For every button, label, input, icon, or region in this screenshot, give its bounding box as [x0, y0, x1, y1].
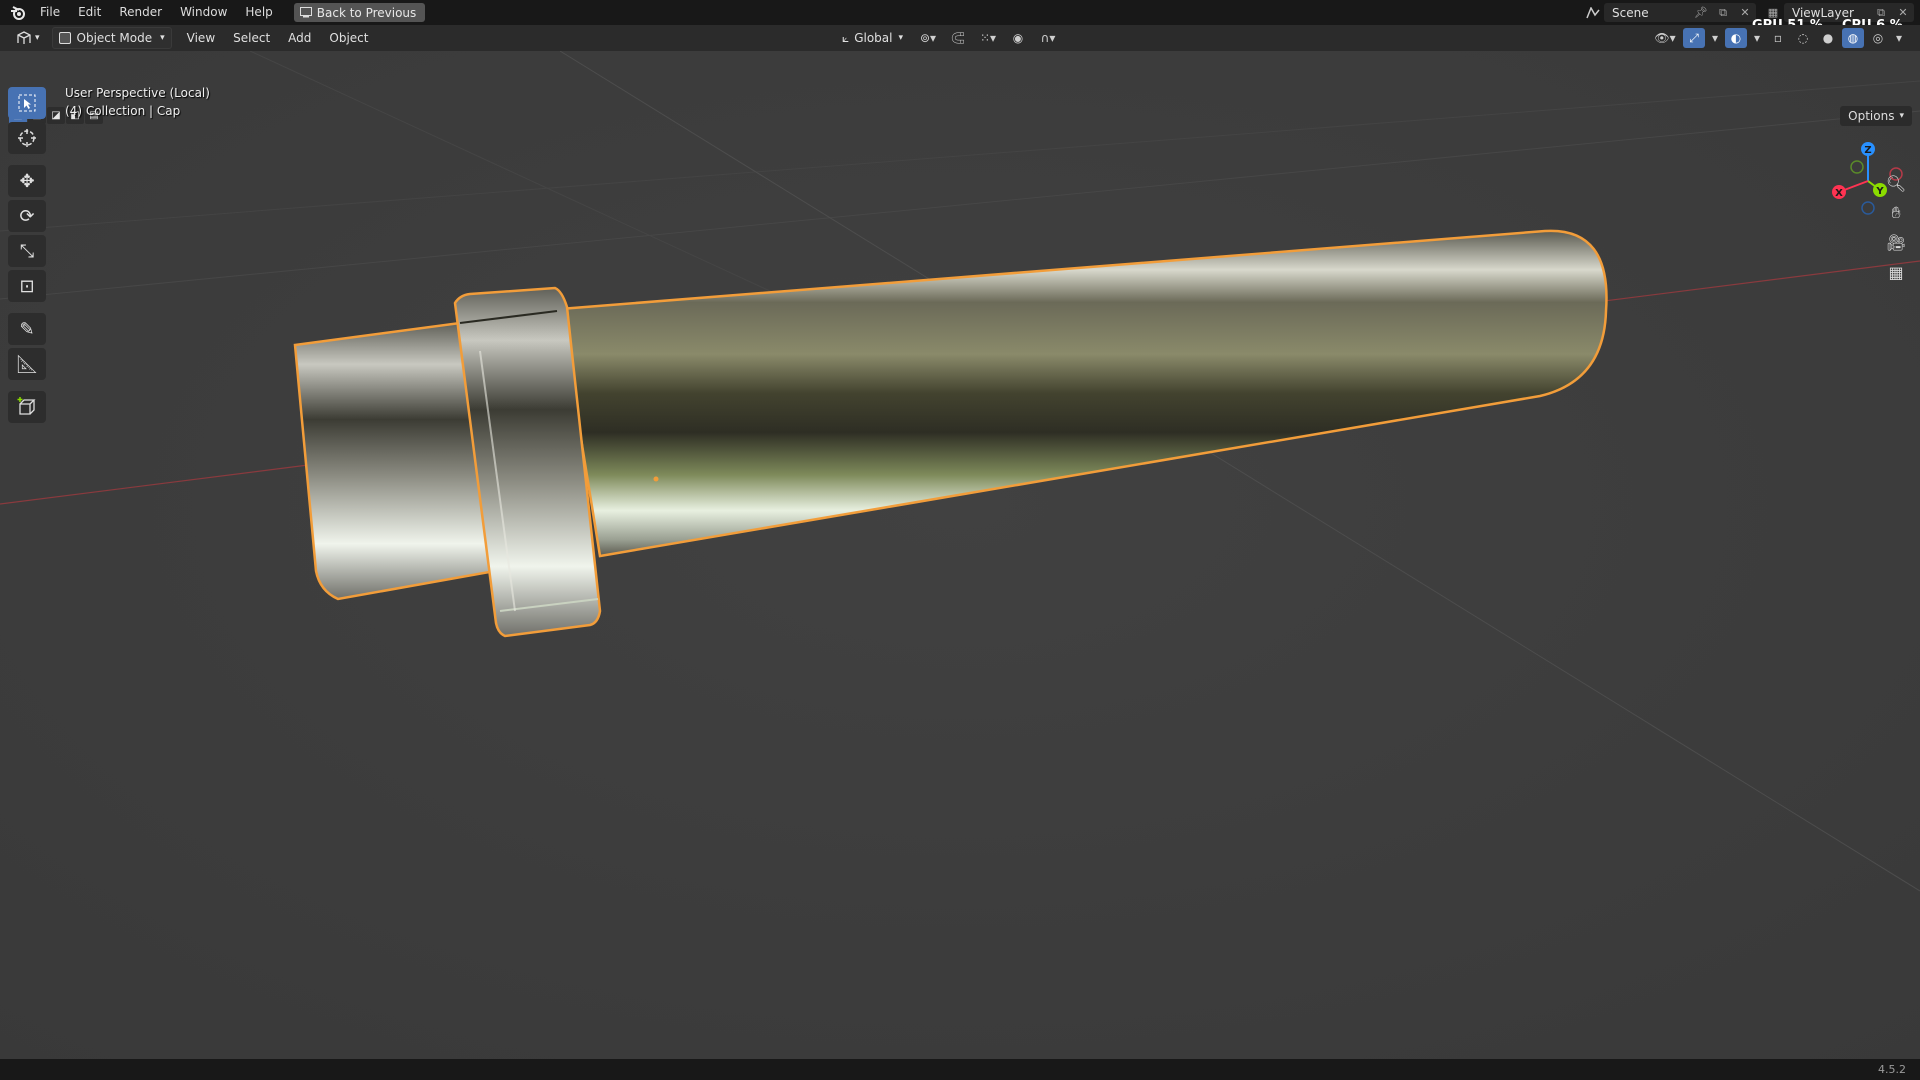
material-shading-icon[interactable]: ◍	[1842, 28, 1864, 48]
neg-z-axis-icon[interactable]	[1861, 201, 1875, 215]
move-icon[interactable]: ✥	[8, 165, 46, 197]
scale-icon[interactable]: ⤡	[8, 235, 46, 267]
zoom-icon[interactable]: 🔍︎	[1881, 170, 1911, 196]
transform-icon[interactable]: ⊡	[8, 270, 46, 302]
select-subtract-icon[interactable]: ◪	[47, 107, 65, 124]
shading-menu-icon[interactable]: ▾	[1892, 28, 1906, 48]
new-scene-icon[interactable]: ⧉	[1712, 3, 1734, 22]
select-box-icon[interactable]	[8, 87, 46, 119]
chevron-down-icon: ▾	[1899, 111, 1904, 121]
solid-shading-icon[interactable]: ●	[1817, 28, 1839, 48]
gizmo-toggle-icon[interactable]: ⤢	[1683, 28, 1705, 48]
snap-target-icon[interactable]: ⁙▾	[973, 28, 1003, 48]
visibility-icon[interactable]: 👁︎▾	[1650, 28, 1680, 48]
transform-tools: ⟀ Global ▾ ⊚▾ 🧲︎ ⁙▾ ◉ ∩▾	[836, 28, 1063, 48]
z-axis-label: Z	[1864, 145, 1871, 156]
orientation-label: Global	[854, 31, 893, 45]
top-menu-bar: File Edit Render Window Help Back to Pre…	[0, 0, 1920, 33]
viewport-display-tools: 👁︎▾ ⤢ ▾ ◐ ▾ ▫ ◌ ● ◍ ◎ ▾	[1650, 28, 1906, 48]
menu-edit[interactable]: Edit	[69, 0, 110, 25]
scene-field[interactable]: Scene 📌︎ ⧉ ✕	[1604, 3, 1756, 22]
chevron-down-icon: ▾	[160, 33, 165, 43]
add-cube-icon[interactable]	[8, 391, 46, 423]
ortho-grid-icon[interactable]: ▦	[1881, 259, 1911, 285]
orientation-icon: ⟀	[842, 30, 850, 45]
tool-shelf: ✥ ⟳ ⤡ ⊡ ✎ 📐︎	[8, 87, 48, 426]
blender-logo-icon[interactable]	[5, 0, 31, 25]
snap-toggle-icon[interactable]: 🧲︎	[947, 28, 969, 48]
rendered-shading-icon[interactable]: ◎	[1867, 28, 1889, 48]
menu-help[interactable]: Help	[236, 0, 281, 25]
orientation-selector[interactable]: ⟀ Global ▾	[836, 28, 909, 48]
scene-name[interactable]: Scene	[1604, 6, 1690, 20]
measure-icon[interactable]: 📐︎	[8, 348, 46, 380]
camera-view-icon[interactable]: 🎥︎	[1881, 229, 1911, 255]
overlay-menu-icon[interactable]: ▾	[1750, 28, 1764, 48]
menu-file[interactable]: File	[31, 0, 69, 25]
proportional-edit-icon[interactable]: ◉	[1007, 28, 1029, 48]
wireframe-shading-icon[interactable]: ◌	[1792, 28, 1814, 48]
annotate-icon[interactable]: ✎	[8, 313, 46, 345]
options-label: Options	[1848, 109, 1895, 123]
3d-viewport[interactable]: ▣ ◩ ◪ ◧ ▤ User Perspective (Local) (4) C…	[0, 51, 1920, 1059]
menu-render[interactable]: Render	[110, 0, 171, 25]
menu-view[interactable]: View	[178, 31, 224, 45]
pivot-point-icon[interactable]: ⊚▾	[913, 28, 943, 48]
version-label: 4.5.2	[1878, 1063, 1906, 1076]
overlay-toggle-icon[interactable]: ◐	[1725, 28, 1747, 48]
menu-window[interactable]: Window	[171, 0, 236, 25]
back-to-previous-button[interactable]: Back to Previous	[293, 3, 426, 22]
3d-viewport-icon	[17, 31, 31, 44]
falloff-icon[interactable]: ∩▾	[1033, 28, 1063, 48]
neg-y-axis-icon[interactable]	[1850, 160, 1864, 174]
x-axis-label: X	[1835, 188, 1843, 199]
chevron-down-icon: ▾	[898, 33, 904, 43]
viewport-grid	[0, 51, 1920, 1059]
scene-selector-icon[interactable]	[1582, 3, 1604, 22]
xray-toggle-icon[interactable]: ▫	[1767, 28, 1789, 48]
object-mode-icon	[58, 32, 71, 44]
pin-icon[interactable]: 📌︎	[1690, 3, 1712, 22]
gizmo-menu-icon[interactable]: ▾	[1708, 28, 1722, 48]
editor-type-selector[interactable]: ▾	[10, 28, 46, 48]
menu-add[interactable]: Add	[279, 31, 320, 45]
status-bar: 4.5.2	[0, 1059, 1920, 1080]
collection-label: (4) Collection | Cap	[65, 104, 181, 118]
viewport-header: ▾ Object Mode ▾ View Select Add Object ⟀…	[0, 25, 1920, 51]
mode-label: Object Mode	[76, 31, 153, 45]
options-dropdown[interactable]: Options ▾	[1840, 106, 1912, 126]
cursor-icon[interactable]	[8, 122, 46, 154]
back-to-previous-label: Back to Previous	[316, 5, 417, 20]
menu-object[interactable]: Object	[320, 31, 377, 45]
pan-hand-icon[interactable]: ✋︎	[1881, 200, 1911, 226]
screen-icon	[299, 7, 312, 18]
mode-selector[interactable]: Object Mode ▾	[51, 27, 172, 49]
perspective-label: User Perspective (Local)	[65, 86, 210, 100]
menu-select[interactable]: Select	[224, 31, 279, 45]
rotate-icon[interactable]: ⟳	[8, 200, 46, 232]
